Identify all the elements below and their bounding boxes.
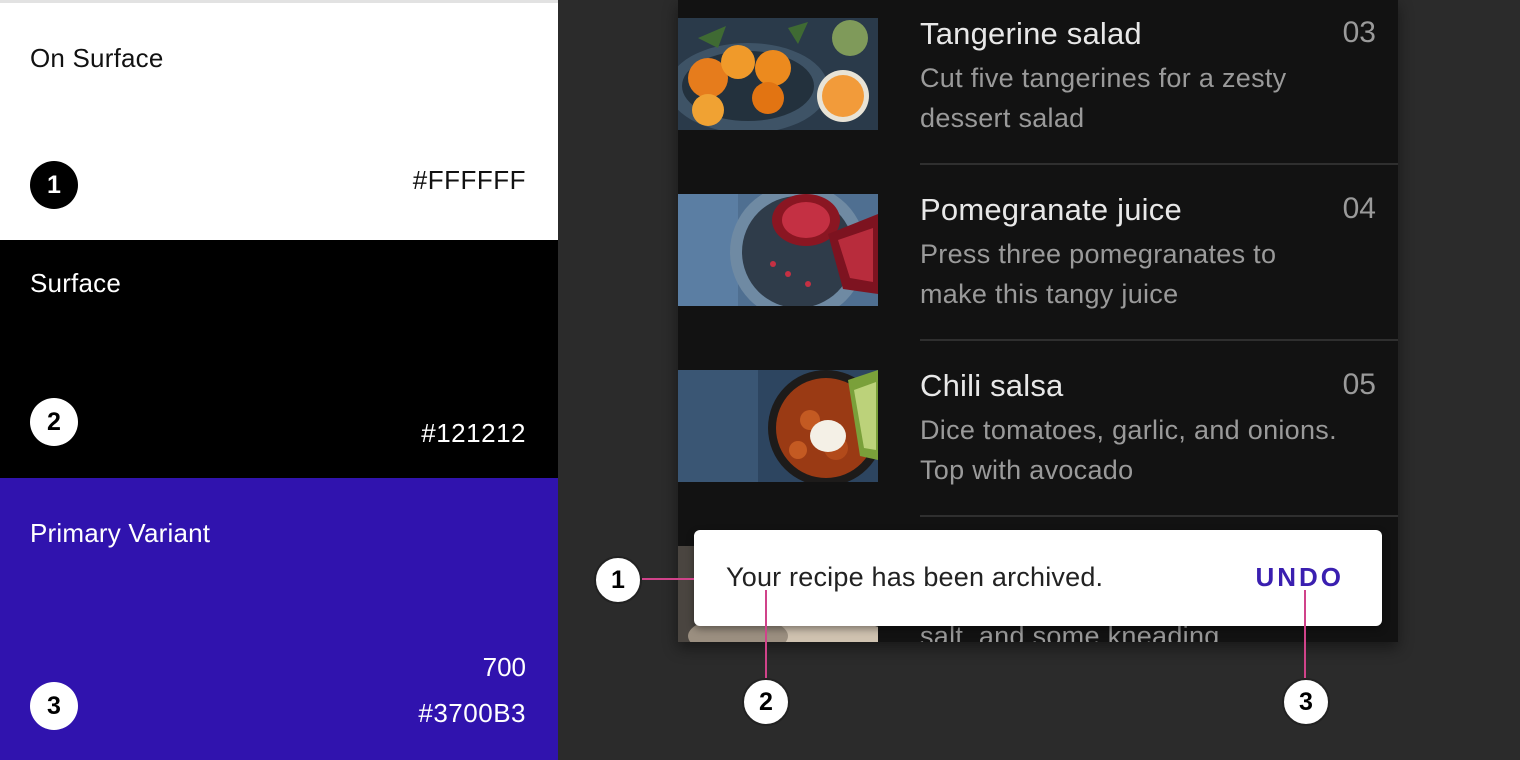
list-item[interactable]: Tangerine salad Cut five tangerines for …: [678, 0, 1398, 176]
color-palette: On Surface 1 #FFFFFF Surface 2 #121212 P…: [0, 0, 558, 760]
item-description: Dice tomatoes, garlic, and onions. Top w…: [920, 415, 1337, 485]
chili-salsa-image: [678, 370, 878, 482]
swatch-surface: Surface 2 #121212: [0, 240, 558, 478]
swatch-primary-variant: Primary Variant 3 700 #3700B3: [0, 478, 558, 760]
swatch-hex: #FFFFFF: [412, 165, 526, 195]
item-title: Chili salsa: [920, 368, 1064, 403]
list-item[interactable]: Chili salsa Dice tomatoes, garlic, and o…: [678, 352, 1398, 528]
tangerine-salad-image: [678, 18, 878, 130]
swatch-number-badge: 3: [30, 682, 78, 730]
swatch-tone: 700: [482, 652, 526, 682]
snackbar: Your recipe has been archived. UNDO: [694, 530, 1382, 626]
item-title: Tangerine salad: [920, 16, 1142, 51]
swatch-hex: #3700B3: [418, 698, 526, 728]
swatch-number-badge: 2: [30, 398, 78, 446]
pomegranate-juice-image: [678, 194, 878, 306]
swatch-name: Primary Variant: [30, 518, 211, 548]
swatch-name: On Surface: [30, 43, 164, 73]
swatch-on-surface: On Surface 1 #FFFFFF: [0, 0, 558, 240]
list-item[interactable]: Pomegranate juice Press three pomegranat…: [678, 176, 1398, 352]
undo-button[interactable]: UNDO: [1255, 562, 1344, 593]
annotation-marker-1: 1: [594, 556, 642, 604]
divider: [920, 163, 1398, 165]
annotation-marker-2: 2: [742, 678, 790, 726]
item-index: 05: [1342, 368, 1376, 401]
annotation-line-2: [765, 590, 767, 678]
annotation-line-1: [642, 578, 694, 580]
item-title: Pomegranate juice: [920, 192, 1182, 227]
item-index: 04: [1342, 192, 1376, 225]
snackbar-message: Your recipe has been archived.: [726, 562, 1104, 592]
divider: [920, 339, 1398, 341]
swatch-name: Surface: [30, 268, 122, 298]
annotation-marker-3: 3: [1282, 678, 1330, 726]
swatch-number-badge: 1: [30, 161, 78, 209]
swatch-hex: #121212: [421, 418, 526, 448]
divider: [920, 515, 1398, 517]
item-index: 03: [1342, 16, 1376, 49]
item-description: Cut five tangerines for a zesty dessert …: [920, 63, 1287, 133]
item-description: Press three pomegranates to make this ta…: [920, 239, 1277, 309]
annotation-line-3: [1304, 590, 1306, 678]
